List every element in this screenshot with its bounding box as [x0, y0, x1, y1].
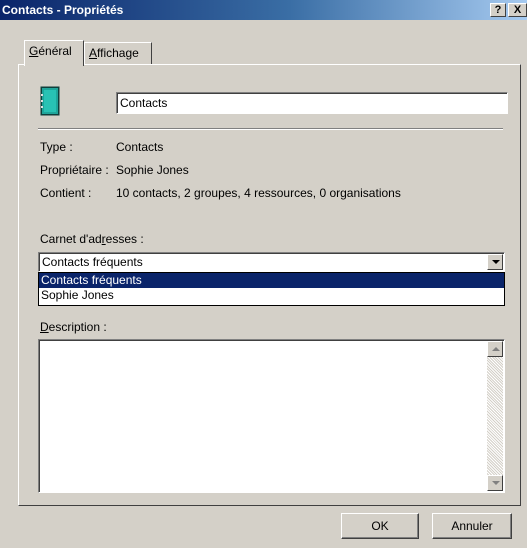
- addressbook-label-part2: esses :: [105, 232, 144, 246]
- name-field[interactable]: Contacts: [116, 92, 508, 114]
- dropdown-option[interactable]: Sophie Jones: [39, 288, 504, 303]
- type-value: Contacts: [116, 140, 164, 154]
- dropdown-button[interactable]: [487, 254, 503, 270]
- title-bar: Contacts - Propriétés ? X: [0, 0, 527, 20]
- close-button[interactable]: X: [508, 3, 527, 17]
- addressbook-select[interactable]: Contacts fréquents: [38, 252, 505, 272]
- chevron-up-icon: [492, 347, 500, 351]
- help-button[interactable]: ?: [490, 3, 506, 17]
- scroll-down-button[interactable]: [487, 475, 503, 491]
- addressbook-selected-value: Contacts fréquents: [42, 255, 143, 269]
- owner-value: Sophie Jones: [116, 163, 189, 177]
- owner-label: Propriétaire :: [40, 163, 109, 177]
- addressbook-label-part1: Carnet d'ad: [40, 232, 102, 246]
- description-label-accel: D: [40, 320, 49, 334]
- tab-general-label: énéral: [38, 44, 72, 58]
- contains-value: 10 contacts, 2 groupes, 4 ressources, 0 …: [116, 186, 401, 200]
- tab-display-label: ffichage: [97, 46, 139, 60]
- chevron-down-icon: [492, 481, 500, 485]
- dropdown-option[interactable]: Contacts fréquents: [39, 273, 504, 288]
- description-textarea[interactable]: [38, 339, 505, 493]
- addressbook-dropdown-list: Contacts fréquents Sophie Jones: [38, 272, 505, 306]
- type-label: Type :: [40, 140, 73, 154]
- chevron-down-icon: [492, 260, 500, 264]
- window-title: Contacts - Propriétés: [2, 3, 124, 17]
- description-label: Description :: [40, 320, 107, 334]
- addressbook-label: Carnet d'adresses :: [40, 232, 144, 246]
- tab-general-accel: G: [29, 44, 39, 58]
- description-scrollbar[interactable]: [487, 341, 503, 491]
- cancel-button[interactable]: Annuler: [432, 513, 512, 539]
- tab-display-accel: A: [89, 46, 98, 60]
- tab-general[interactable]: Général: [24, 40, 84, 66]
- scroll-up-button[interactable]: [487, 341, 503, 357]
- name-field-value: Contacts: [120, 96, 168, 110]
- separator: [38, 128, 503, 130]
- ok-button[interactable]: OK: [341, 513, 419, 539]
- address-book-icon: [40, 86, 60, 116]
- contains-label: Contient :: [40, 186, 92, 200]
- tab-display[interactable]: Affichage: [84, 42, 152, 64]
- description-label-text: escription :: [48, 320, 107, 334]
